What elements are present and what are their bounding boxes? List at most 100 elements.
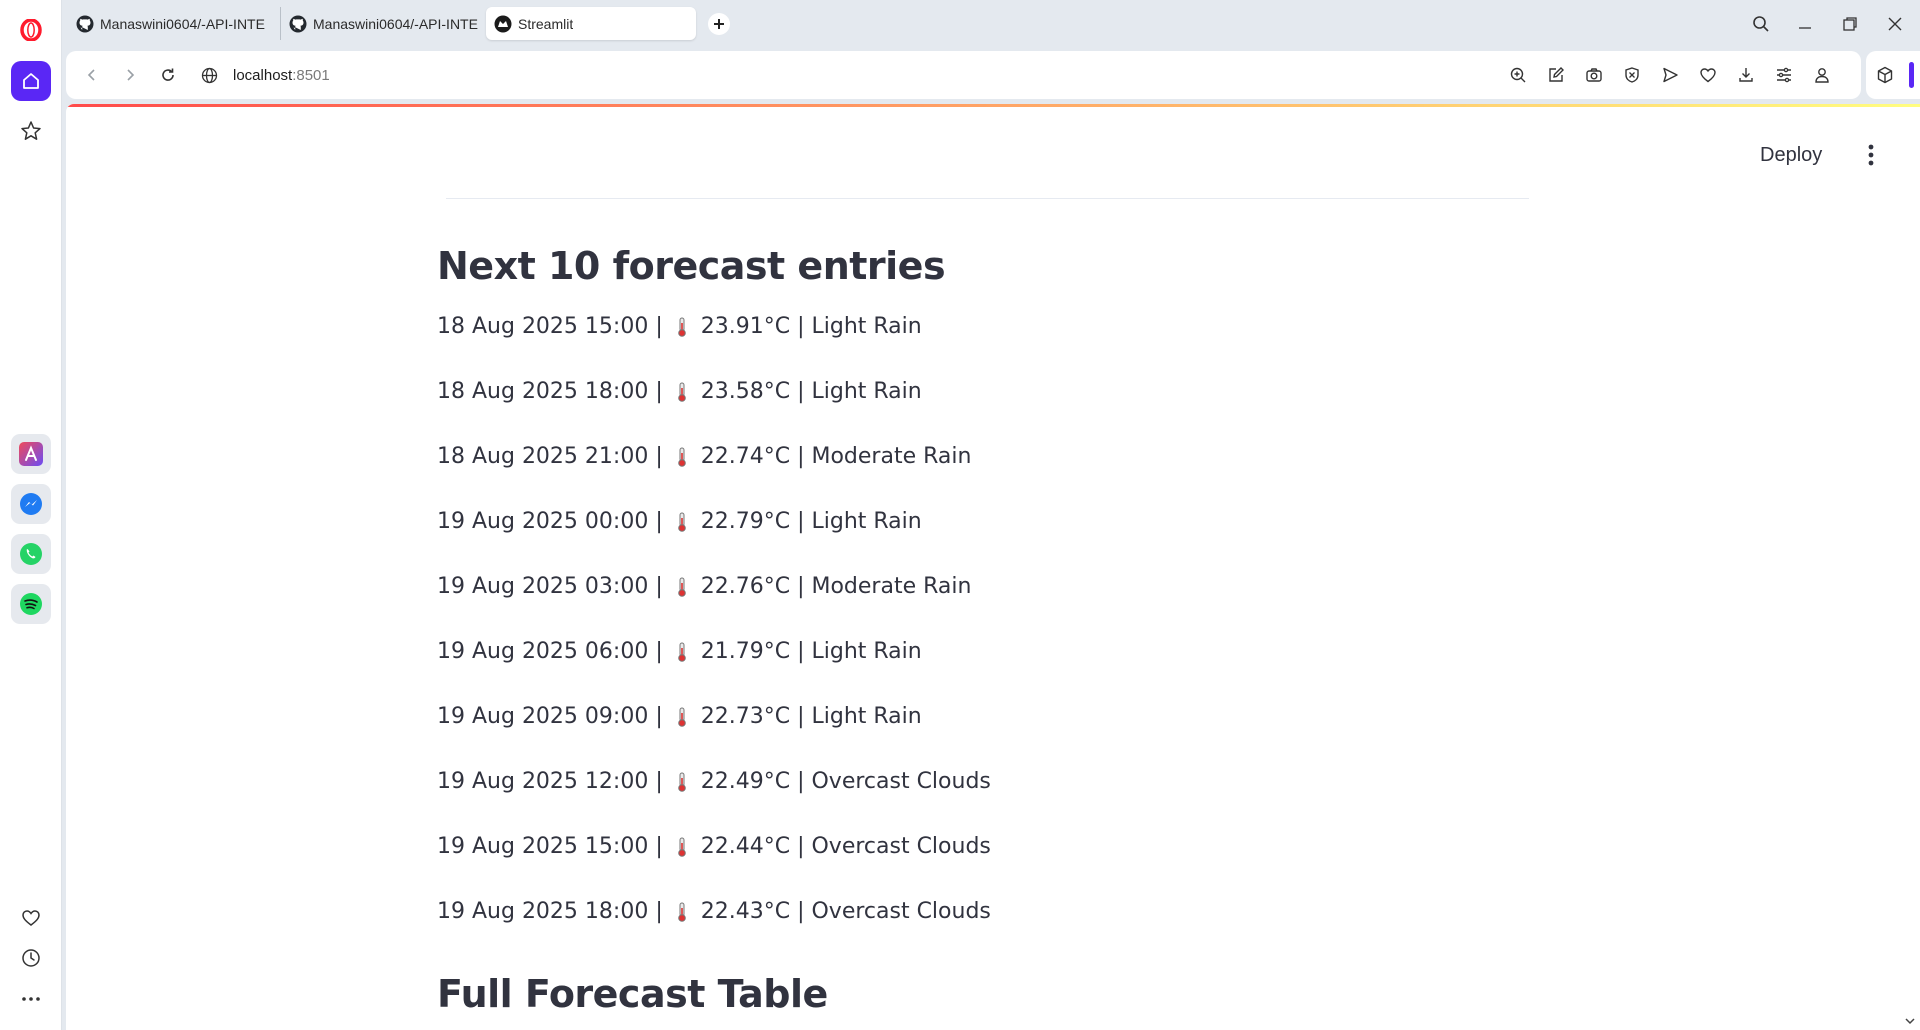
heart-icon[interactable] [11,898,51,938]
separator: | [648,899,663,924]
streamlit-header-decoration [66,104,1920,107]
entry-temperature: 21.79°C [700,639,791,664]
separator: | [790,769,812,794]
camera-icon[interactable] [1575,56,1613,94]
separator: | [648,314,663,339]
thermometer-icon [677,902,686,922]
messenger-icon[interactable] [11,484,51,524]
scroll-down-icon[interactable] [1904,1014,1916,1026]
separator: | [648,509,663,534]
entry-description: Light Rain [811,314,922,339]
zoom-icon[interactable] [1499,56,1537,94]
entry-temperature: 23.91°C [700,314,791,339]
main-menu-icon[interactable] [1856,138,1886,172]
entry-description: Light Rain [811,379,922,404]
forecast-entry: 18 Aug 2025 15:00 | 23.91°C | Light Rain [437,314,1537,379]
thermometer-icon [677,837,686,857]
thermometer-icon [677,512,686,532]
entry-temperature: 22.74°C [700,444,791,469]
star-icon[interactable] [11,111,51,151]
entry-time: 19 Aug 2025 18:00 [437,899,649,924]
main-content: Next 10 forecast entries 18 Aug 2025 15:… [437,244,1537,1030]
separator: | [790,509,812,534]
github-icon [76,15,94,32]
history-icon[interactable] [11,938,51,978]
separator: | [790,704,812,729]
url-host: localhost [233,66,293,84]
forecast-heading: Next 10 forecast entries [437,244,946,288]
send-icon[interactable] [1651,56,1689,94]
edit-icon[interactable] [1537,56,1575,94]
tab-search-icon[interactable] [1746,10,1776,38]
tab-title: Streamlit [518,15,574,32]
separator: | [790,314,812,339]
thermometer-icon [677,447,686,467]
thermometer-icon [677,317,686,337]
aria-icon[interactable] [11,434,51,474]
entry-description: Light Rain [811,639,922,664]
entry-description: Overcast Clouds [811,834,991,859]
separator: | [648,769,663,794]
forecast-entry: 19 Aug 2025 06:00 | 21.79°C | Light Rain [437,639,1537,704]
url-input[interactable]: localhost:8501 [233,67,330,84]
easy-setup-icon[interactable] [1765,56,1803,94]
heart-icon[interactable] [1689,56,1727,94]
forecast-entry: 19 Aug 2025 12:00 | 22.49°C | Overcast Cl… [437,769,1537,834]
browser-tab[interactable]: Manaswini0604/-API-INTE [280,7,490,40]
streamlit-icon [494,15,512,32]
whatsapp-icon[interactable] [11,534,51,574]
entry-temperature: 22.43°C [700,899,791,924]
more-horizontal-icon[interactable] [11,979,51,1019]
sidebar-toggle-indicator[interactable] [1909,62,1914,88]
entry-time: 19 Aug 2025 09:00 [437,704,649,729]
entry-temperature: 22.79°C [700,509,791,534]
browser-tab[interactable]: Manaswini0604/-API-INTE [68,7,278,40]
download-icon[interactable] [1727,56,1765,94]
new-tab-button[interactable] [708,13,730,35]
adblock-shield-icon[interactable] [1613,56,1651,94]
reload-icon[interactable] [149,56,187,94]
tab-strip: Manaswini0604/-API-INTE Manaswini0604/-A… [62,0,1920,48]
thermometer-icon [677,707,686,727]
close-icon[interactable] [1880,10,1910,38]
entry-description: Overcast Clouds [811,769,991,794]
back-icon[interactable] [73,56,111,94]
extensions-cube-icon[interactable] [1876,66,1894,84]
address-bar: localhost:8501 [66,51,1861,99]
plus-icon [714,19,724,29]
forecast-entry: 19 Aug 2025 18:00 | 22.43°C | Overcast Cl… [437,899,1537,964]
home-icon[interactable] [11,61,51,101]
separator: | [648,574,663,599]
entry-temperature: 23.58°C [700,379,791,404]
divider [446,198,1529,199]
forward-icon[interactable] [111,56,149,94]
entry-description: Moderate Rain [811,444,972,469]
tab-title: Manaswini0604/-API-INTE [100,15,265,32]
opera-logo-icon[interactable] [11,10,51,50]
separator: | [790,834,812,859]
entry-description: Moderate Rain [811,574,972,599]
spotify-icon[interactable] [11,584,51,624]
forecast-entries: 18 Aug 2025 15:00 | 23.91°C | Light Rain 1… [437,314,1537,964]
separator: | [648,639,663,664]
entry-temperature: 22.76°C [700,574,791,599]
entry-time: 19 Aug 2025 12:00 [437,769,649,794]
deploy-button[interactable]: Deploy [1750,136,1832,174]
restore-icon[interactable] [1835,10,1865,38]
entry-time: 19 Aug 2025 03:00 [437,574,649,599]
github-icon [289,15,307,32]
minimize-icon[interactable] [1790,10,1820,38]
entry-description: Overcast Clouds [811,899,991,924]
browser-tab-active[interactable]: Streamlit [486,7,696,40]
entry-time: 19 Aug 2025 06:00 [437,639,649,664]
entry-time: 18 Aug 2025 21:00 [437,444,649,469]
separator: | [790,639,812,664]
profile-icon[interactable] [1803,56,1841,94]
forecast-entry: 19 Aug 2025 03:00 | 22.76°C | Moderate Ra… [437,574,1537,639]
extensions-area [1866,51,1920,99]
forecast-entry: 18 Aug 2025 18:00 | 23.58°C | Light Rain [437,379,1537,444]
separator: | [648,444,663,469]
separator: | [790,574,812,599]
globe-icon [197,67,221,84]
entry-time: 18 Aug 2025 18:00 [437,379,649,404]
